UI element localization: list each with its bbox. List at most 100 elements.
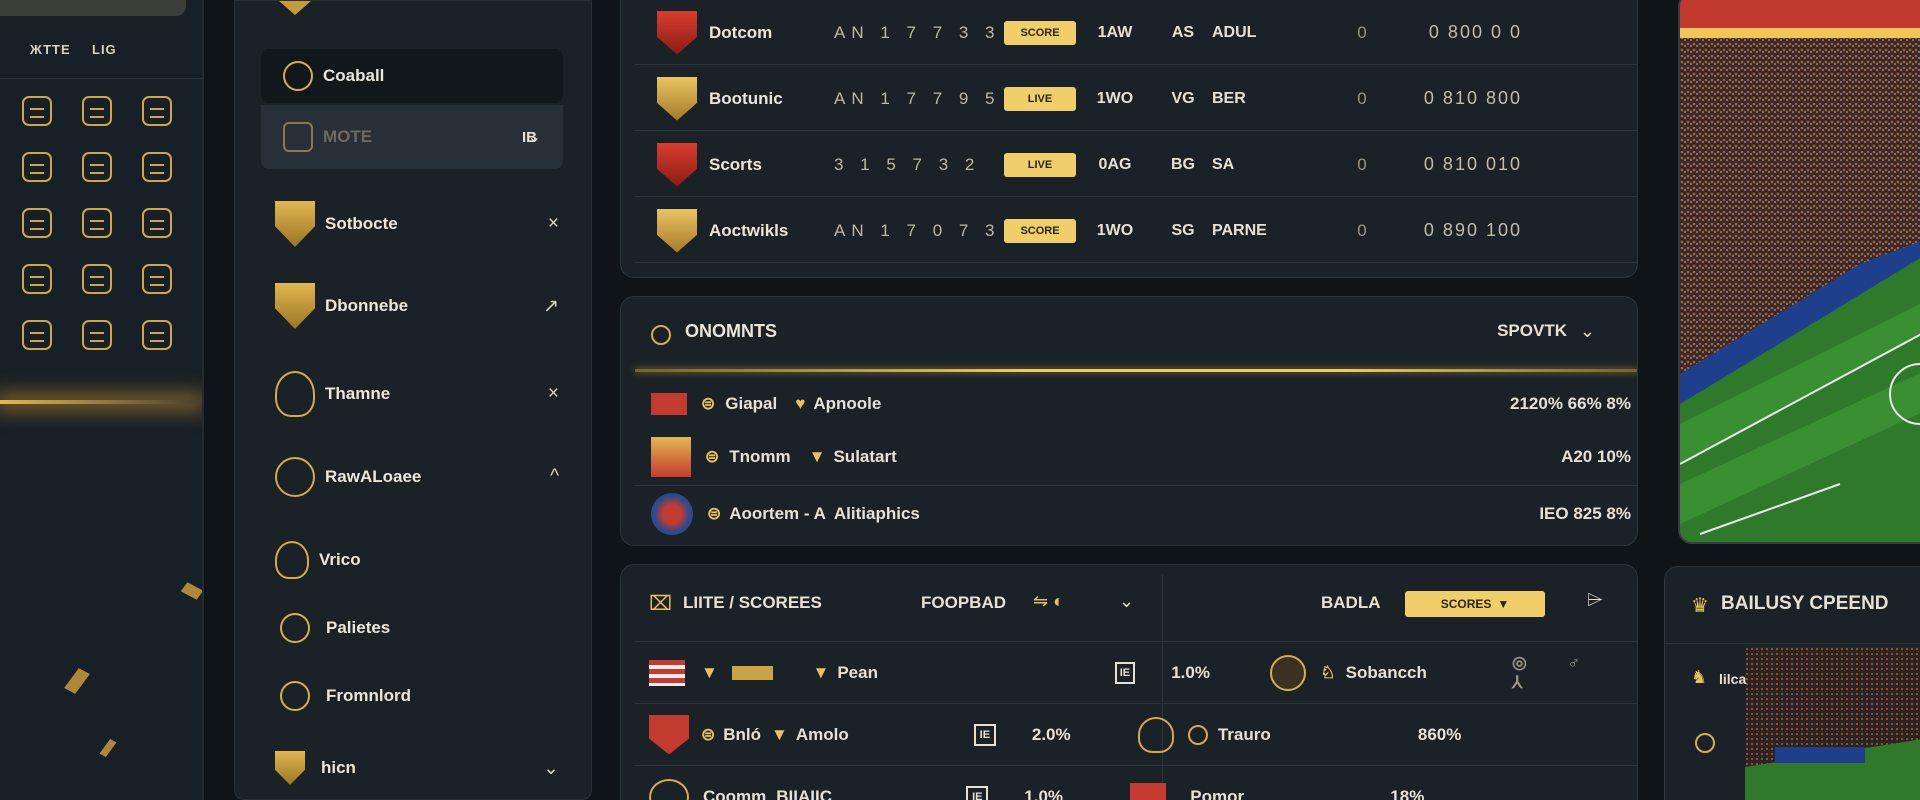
match-col-4: 0: [1357, 22, 1367, 42]
chat-icon[interactable]: [82, 264, 112, 294]
crest-icon: [657, 142, 697, 187]
news-icon[interactable]: [82, 320, 112, 350]
close-icon[interactable]: ×: [548, 213, 559, 235]
trophy-icon[interactable]: [82, 96, 112, 126]
shield-icon[interactable]: [142, 96, 172, 126]
calendar-icon[interactable]: [142, 320, 172, 350]
crest-icon: [649, 778, 689, 800]
grid-icon[interactable]: [142, 208, 172, 238]
crest-icon: [275, 201, 315, 247]
dropdown-value: SCORES: [1440, 597, 1492, 611]
nav-item-label: hicn: [321, 758, 356, 777]
promo-title: BAILUSY CPEEND: [1721, 593, 1889, 614]
row-divider: [635, 485, 1637, 486]
nav-item-label: Dbonnebe: [325, 296, 409, 315]
live-row[interactable]: ▼ ▼ Pean IE 1.0% ♘ Sobancch ◎ ♂ ⅄: [635, 641, 1637, 703]
filter-icon[interactable]: ⇋ ◐: [1033, 591, 1064, 612]
live-scores-title: LIITE / SCOREES: [683, 593, 822, 612]
nav-item-1[interactable]: Dbonnebe ↗: [275, 283, 571, 329]
match-col-4: 0: [1357, 220, 1367, 240]
chevron-down-icon: ⌄: [527, 129, 541, 146]
live-row[interactable]: Coomm BIIAIIC IE 1.0% Pomor 18%: [635, 765, 1637, 800]
wolf-crest-icon: [275, 371, 315, 417]
ball-icon[interactable]: [22, 320, 52, 350]
support-icon[interactable]: [142, 264, 172, 294]
chevron-down-icon[interactable]: ⌄: [1119, 591, 1134, 612]
gold-shard: [99, 739, 117, 757]
match-col-1: 1WO: [1096, 221, 1134, 239]
match-col-2: AS: [1171, 23, 1195, 41]
nav-item-5[interactable]: Palietes: [275, 613, 571, 643]
scores-dropdown[interactable]: SCORES ▼: [1405, 591, 1545, 617]
opponent-row[interactable]: ⊜ Aoortem - A Alitiaphics IEO 825 8%: [651, 493, 1631, 535]
match-team: Dotcom: [709, 22, 773, 42]
circle-icon: [1695, 733, 1715, 753]
crest-icon: ⊜: [701, 724, 716, 744]
opponent-odds: A20 10%: [1561, 447, 1631, 466]
team-icon: [283, 122, 313, 152]
match-team: Bootunic: [709, 88, 783, 108]
stadium-image: [1678, 0, 1920, 544]
match-code: AN 1 7 7 9 5: [834, 88, 1001, 108]
nav-item-3[interactable]: RawALoaee ^: [275, 457, 571, 497]
nav-sub-label: MOTE: [323, 127, 373, 146]
player-avatar: [1270, 654, 1307, 691]
seat-icon: ♞: [1691, 667, 1708, 687]
nav-item-0[interactable]: Sotbocte ×: [275, 201, 571, 247]
arrow-icon[interactable]: ↗: [543, 295, 559, 318]
close-icon[interactable]: ×: [548, 383, 559, 405]
flag-icon: [651, 393, 687, 415]
match-col-4: 0: [1357, 154, 1367, 174]
matches-table: Dotcom AN 1 7 7 3 3 SCORE 1AW AS ADUL 0 0 800 0…: [620, 0, 1638, 278]
nav-item-selected[interactable]: Coaball: [261, 49, 563, 103]
caret-down-icon: ▼: [1497, 597, 1510, 611]
match-code: AN 1 7 0 7 3: [834, 220, 1001, 240]
live-team-right: Sobancch: [1345, 662, 1427, 682]
match-col-5: 0 890 100: [1423, 220, 1522, 240]
category-label[interactable]: FOOPBAD: [921, 593, 1006, 613]
ticket-icon[interactable]: [22, 152, 52, 182]
opponent-row[interactable]: ⊜ Giapal ♥ Apnoole 2120% 66% 8%: [651, 393, 1631, 415]
home-icon[interactable]: [22, 96, 52, 126]
nav-item-6[interactable]: Fromnlord: [275, 681, 571, 711]
match-row[interactable]: Aoctwikls AN 1 7 0 7 3 SCORE 1WO SG PARNE 0 0 8…: [635, 199, 1637, 263]
opponents-panel: ONOMNTS SPOVTK ⌄ ⊜ Giapal ♥ Apnoole 2120…: [620, 296, 1638, 546]
caret-icon: ▼: [771, 724, 788, 744]
trophy-icon[interactable]: [82, 208, 112, 238]
promo-divider: [1665, 643, 1920, 644]
match-row[interactable]: Bootunic AN 1 7 7 9 5 LIVE 1WO VG BER 0 0 810 8…: [635, 67, 1637, 131]
crest-icon: [275, 541, 309, 579]
stats-icon[interactable]: [142, 152, 172, 182]
match-code: 3 1 5 7 3 2: [834, 154, 981, 174]
match-row[interactable]: Scorts 3 1 5 7 3 2 LIVE 0AG BG SA 0 0 810 010: [635, 133, 1637, 197]
match-row[interactable]: Dotcom AN 1 7 7 3 3 SCORE 1AW AS ADUL 0 0 800 0…: [635, 1, 1637, 65]
status-badge: LIVE: [1004, 152, 1076, 177]
chevron-up-icon[interactable]: ^: [550, 466, 559, 488]
sport-filter[interactable]: SPOVTK: [1497, 321, 1567, 341]
icon-rail: ЖТТЕ LIG: [0, 0, 204, 800]
opponent-home: Giapal: [725, 394, 778, 413]
opponent-away: Apnoole: [813, 394, 882, 413]
live-percent: 2.0%: [1031, 724, 1071, 744]
tag-icon: [731, 665, 773, 680]
bookmark-icon[interactable]: ⌲: [1587, 589, 1603, 612]
message-icon[interactable]: [22, 208, 52, 238]
nav-item-7[interactable]: hicn ⌄: [275, 751, 571, 785]
status-badge: SCORE: [1004, 218, 1076, 243]
card-icon[interactable]: [22, 264, 52, 294]
nav-item-4[interactable]: Vrico: [275, 541, 571, 579]
live-team-right: Trauro: [1217, 724, 1271, 744]
chevron-down-icon[interactable]: ⌄: [1580, 321, 1595, 342]
match-col-2: SG: [1171, 221, 1195, 239]
chevron-down-icon[interactable]: ⌄: [543, 757, 559, 780]
nav-item-label: Palietes: [326, 618, 391, 637]
live-row[interactable]: ⊜ Bnló ▼ Amolo IE 2.0% Trauro 860%: [635, 703, 1637, 765]
nav-item-2[interactable]: Thamne ×: [275, 371, 571, 417]
gold-shard: [180, 582, 202, 600]
nav-subitem[interactable]: MOTE IB ⌄: [261, 105, 563, 169]
match-col-1: 1WO: [1096, 89, 1134, 107]
opponent-row[interactable]: ⊜ Tnomm ▼ Sulatart A20 10%: [651, 437, 1631, 477]
nav-item-label: Sotbocte: [325, 214, 398, 233]
team-icon[interactable]: [82, 152, 112, 182]
status-badge: IE: [1114, 661, 1136, 684]
